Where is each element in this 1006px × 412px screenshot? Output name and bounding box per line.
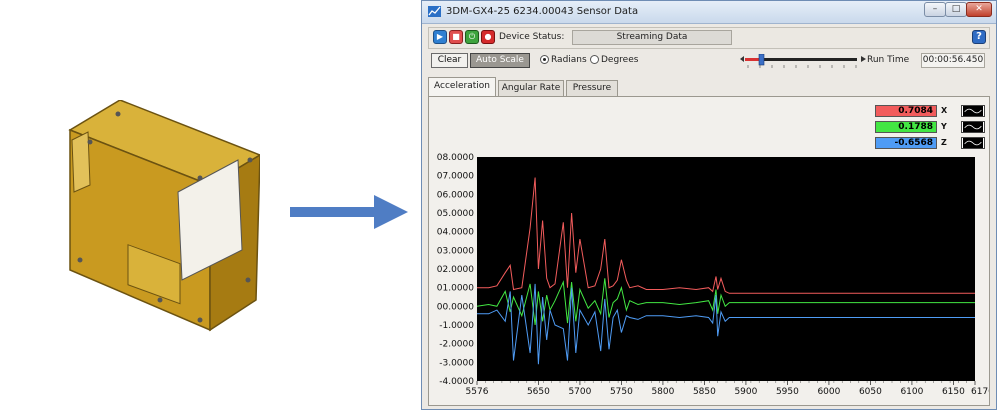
x-tick-label: 5750	[610, 387, 633, 397]
x-tick-label: 6100	[900, 387, 923, 397]
y-tick-label: 00.0000	[437, 302, 474, 312]
y-tick-label: 07.0000	[437, 172, 474, 182]
help-icon[interactable]: ?	[972, 30, 986, 44]
x-axis-label: X	[941, 106, 948, 115]
power-icon: ⏻	[468, 32, 476, 41]
power-button[interactable]: ⏻	[465, 30, 479, 44]
y-tick-label: -2.0000	[439, 340, 474, 350]
runtime-slider[interactable]	[740, 54, 866, 68]
minimize-button[interactable]: –	[924, 2, 946, 17]
close-button[interactable]: ✕	[966, 2, 992, 17]
x-tick-label: 5650	[527, 387, 550, 397]
y-tick-label: 05.0000	[437, 209, 474, 219]
plot-toolbar: Clear Auto Scale Radians Degrees Run Tim…	[428, 51, 990, 71]
y-axis-label: Y	[941, 122, 947, 131]
x-tick-label: 5950	[776, 387, 799, 397]
y-tick-label: 02.0000	[437, 265, 474, 275]
x-tick-label: 5576	[466, 387, 489, 397]
y-tick-label: 04.0000	[437, 228, 474, 238]
y-tick-label: -4.0000	[439, 377, 474, 387]
auto-scale-button[interactable]: Auto Scale	[470, 53, 530, 68]
y-tick-label: 08.0000	[437, 153, 474, 163]
acceleration-chart: 08.0000 07.0000 06.0000 05.0000 04.0000 03.00…	[437, 153, 989, 397]
stop-icon: ■	[452, 32, 460, 41]
plot-area	[477, 157, 975, 381]
device-status-field: Streaming Data	[572, 30, 732, 45]
tab-pressure[interactable]: Pressure	[566, 80, 618, 96]
z-axis-label: Z	[941, 138, 947, 147]
title-bar[interactable]: 3DM-GX4-25 6234.00043 Sensor Data – □ ✕	[422, 1, 996, 24]
x-tick-label: 5800	[651, 387, 674, 397]
slider-thumb[interactable]	[758, 54, 765, 66]
chart-icon	[428, 6, 441, 17]
x-tick-label: 5850	[693, 387, 716, 397]
sensor-data-window: 3DM-GX4-25 6234.00043 Sensor Data – □ ✕ …	[421, 0, 997, 410]
x-value-readout: 0.7084	[875, 105, 937, 117]
clear-button[interactable]: Clear	[431, 53, 468, 68]
y-tick-label: -1.0000	[439, 321, 474, 331]
waveform-icon[interactable]	[961, 121, 985, 133]
right-arrow-icon	[290, 195, 408, 229]
play-icon: ▶	[436, 32, 444, 41]
tab-acceleration[interactable]: Acceleration	[428, 77, 496, 97]
tab-angular-rate[interactable]: Angular Rate	[498, 80, 564, 96]
x-tick-label: 6150	[942, 387, 965, 397]
y-tick-label: 01.0000	[437, 284, 474, 294]
y-tick-label: 03.0000	[437, 246, 474, 256]
stop-button[interactable]: ■	[449, 30, 463, 44]
run-time-label: Run Time	[867, 55, 910, 65]
degrees-radio[interactable]	[590, 55, 599, 64]
device-status-label: Device Status:	[499, 32, 565, 42]
maximize-button[interactable]: □	[945, 2, 967, 17]
device-toolbar: ▶ ■ ⏻ ● Device Status: Streaming Data ?	[428, 27, 990, 49]
acceleration-panel: 0.7084 X 0.1788 Y -0.6568 Z 08.0000 07.00…	[428, 96, 990, 406]
imu-sensor-device	[68, 100, 260, 332]
run-time-field: 00:00:56.450	[921, 53, 985, 68]
x-tick-label: 5900	[734, 387, 757, 397]
play-button[interactable]: ▶	[433, 30, 447, 44]
radians-label: Radians	[551, 55, 587, 65]
y-value-readout: 0.1788	[875, 121, 937, 133]
record-button[interactable]: ●	[481, 30, 495, 44]
y-tick-label: 06.0000	[437, 190, 474, 200]
y-tick-label: -3.0000	[439, 358, 474, 368]
degrees-label: Degrees	[601, 55, 639, 65]
radians-radio[interactable]	[540, 55, 549, 64]
x-tick-label: 5700	[568, 387, 591, 397]
x-tick-label: 6000	[817, 387, 840, 397]
x-tick-label: 6050	[859, 387, 882, 397]
tab-bar: Acceleration Angular Rate Pressure	[428, 77, 990, 97]
x-tick-label: 6176	[971, 387, 989, 397]
window-title: 3DM-GX4-25 6234.00043 Sensor Data	[446, 6, 639, 17]
waveform-icon[interactable]	[961, 105, 985, 117]
record-icon: ●	[484, 32, 492, 41]
